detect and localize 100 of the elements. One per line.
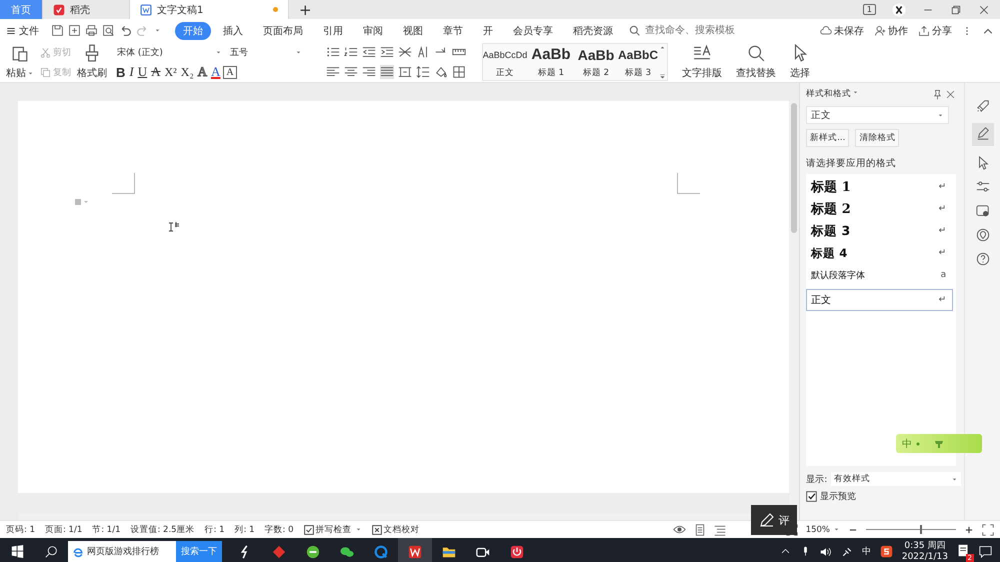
current-style-dropdown[interactable]: 正文 xyxy=(806,106,950,124)
format-painter-button[interactable]: 格式刷 xyxy=(75,42,109,82)
comment-button[interactable]: 评 xyxy=(751,505,798,535)
style-list-item[interactable]: 标题 4 ↵ xyxy=(806,242,954,264)
style-list-item[interactable]: 正文 ↵ xyxy=(806,289,954,311)
borders-icon[interactable] xyxy=(452,65,466,79)
fullscreen-icon[interactable] xyxy=(982,524,994,536)
clipboard-icon[interactable] xyxy=(11,44,29,62)
panel-title[interactable]: 样式和格式 xyxy=(806,88,860,100)
windows-start-icon[interactable] xyxy=(10,545,24,558)
share-button[interactable]: 分享 xyxy=(918,24,952,38)
menu-icon[interactable] xyxy=(6,26,16,36)
caret-icon[interactable] xyxy=(27,70,34,76)
caret-icon[interactable] xyxy=(295,48,302,56)
chat-app-icon[interactable] xyxy=(340,544,354,558)
person-plus-icon[interactable] xyxy=(874,24,886,36)
paintbrush-icon[interactable] xyxy=(83,44,101,62)
boxed-format-button[interactable]: A xyxy=(223,66,237,78)
print-icon[interactable] xyxy=(85,24,98,37)
strike-format-button[interactable]: A xyxy=(150,64,162,80)
shading-icon[interactable] xyxy=(434,65,448,79)
caret-icon[interactable] xyxy=(852,89,860,96)
unsaved-button[interactable]: 未保存 xyxy=(820,24,864,38)
ribbon-tab[interactable]: 开 xyxy=(475,22,501,40)
action-center-icon[interactable] xyxy=(979,545,992,558)
diamond-app-icon[interactable] xyxy=(272,544,286,558)
caret-icon[interactable] xyxy=(215,48,222,56)
ribbon-tab[interactable]: 插入 xyxy=(215,22,251,40)
caret-icon[interactable] xyxy=(154,27,161,34)
ribbon-tab[interactable]: 页面布局 xyxy=(255,22,311,40)
sogou-icon[interactable] xyxy=(880,545,893,558)
find-replace-button[interactable]: 查找替换 xyxy=(734,42,778,82)
share-icon[interactable] xyxy=(918,24,930,36)
round-app-icon[interactable] xyxy=(306,544,320,558)
search-icon[interactable] xyxy=(747,44,765,62)
close-icon[interactable] xyxy=(945,88,956,100)
show-filter-dropdown[interactable]: 有效样式 xyxy=(831,472,962,486)
decrease-indent-icon[interactable] xyxy=(362,45,376,59)
outline-view-icon[interactable] xyxy=(714,524,726,536)
cloud-icon[interactable] xyxy=(820,24,832,36)
page-view-icon[interactable] xyxy=(694,524,706,536)
caret-icon[interactable] xyxy=(354,526,362,533)
folder-app-icon[interactable] xyxy=(442,544,456,558)
document-tab[interactable]: 文字文稿1 xyxy=(130,0,289,19)
align-left-icon[interactable] xyxy=(326,65,340,79)
style-list-item[interactable]: 标题 3 ↵ xyxy=(806,220,954,242)
justify-icon[interactable] xyxy=(380,65,394,79)
cloud-q-app-icon[interactable] xyxy=(374,544,388,558)
chinese-layout-icon[interactable] xyxy=(398,45,412,59)
network-icon[interactable] xyxy=(840,546,853,558)
x-box-icon[interactable] xyxy=(372,524,382,534)
line-spacing-icon[interactable] xyxy=(416,65,430,79)
font-size-field[interactable]: 五号 xyxy=(228,44,304,60)
scroll-up-icon[interactable] xyxy=(659,44,666,51)
text-layout-icon[interactable] xyxy=(693,44,711,62)
web-search-field[interactable]: 网页版游戏排行榜 xyxy=(68,540,176,562)
increase-indent-icon[interactable] xyxy=(380,45,394,59)
sort-icon[interactable] xyxy=(416,45,430,59)
power-app-icon[interactable] xyxy=(510,544,524,558)
web-search-button[interactable]: 搜索一下 xyxy=(176,540,222,562)
select-button[interactable]: 选择 xyxy=(788,42,812,82)
caret-icon[interactable] xyxy=(951,476,958,482)
speaker-icon[interactable] xyxy=(820,546,832,558)
checkbox-icon[interactable] xyxy=(304,524,314,534)
window-count-badge[interactable]: 1 xyxy=(862,4,876,15)
export-icon[interactable] xyxy=(68,24,81,37)
paste-button[interactable]: 粘贴 xyxy=(4,42,36,82)
show-preview-checkbox[interactable]: 显示预览 xyxy=(806,490,964,503)
scrollbar-thumb[interactable] xyxy=(791,103,798,233)
gallery-expand-icon[interactable] xyxy=(659,73,666,80)
clear-format-button[interactable]: 清除格式 xyxy=(855,129,900,147)
eye-icon[interactable] xyxy=(672,523,686,536)
zoom-level[interactable]: 150% xyxy=(806,524,840,534)
search-icon[interactable] xyxy=(44,545,58,558)
docer-logo-icon[interactable] xyxy=(53,4,65,16)
avatar-icon[interactable] xyxy=(892,2,906,16)
bold-format-button[interactable]: B xyxy=(115,64,126,80)
pen-icon[interactable] xyxy=(976,126,990,140)
style-preset[interactable]: AaBbC 标题 3 xyxy=(617,44,659,80)
caret-icon[interactable] xyxy=(833,526,840,533)
caret-icon[interactable] xyxy=(937,112,944,118)
print-preview-icon[interactable] xyxy=(102,24,115,37)
zoom-in-icon[interactable] xyxy=(964,524,974,534)
align-center-icon[interactable] xyxy=(344,65,358,79)
new-tab-button[interactable]: + xyxy=(289,0,322,19)
ribbon-tab[interactable]: 引用 xyxy=(315,22,351,40)
document-icon[interactable] xyxy=(140,4,152,16)
file-menu[interactable]: 文件 xyxy=(6,24,39,38)
location-icon[interactable] xyxy=(976,228,990,242)
save-icon[interactable] xyxy=(51,24,64,37)
restore-icon[interactable] xyxy=(950,4,962,16)
ribbon-tab[interactable]: 会员专享 xyxy=(505,22,561,40)
ribbon-tab[interactable]: 稻壳资源 xyxy=(565,22,621,40)
checkbox[interactable] xyxy=(806,491,818,502)
distribute-icon[interactable] xyxy=(398,65,412,79)
undo-icon[interactable] xyxy=(119,24,132,37)
align-right-icon[interactable] xyxy=(362,65,376,79)
proofread-button[interactable]: 文档校对 xyxy=(372,524,420,536)
collaborate-button[interactable]: 协作 xyxy=(874,24,908,38)
office-w-app-icon[interactable] xyxy=(408,544,422,558)
